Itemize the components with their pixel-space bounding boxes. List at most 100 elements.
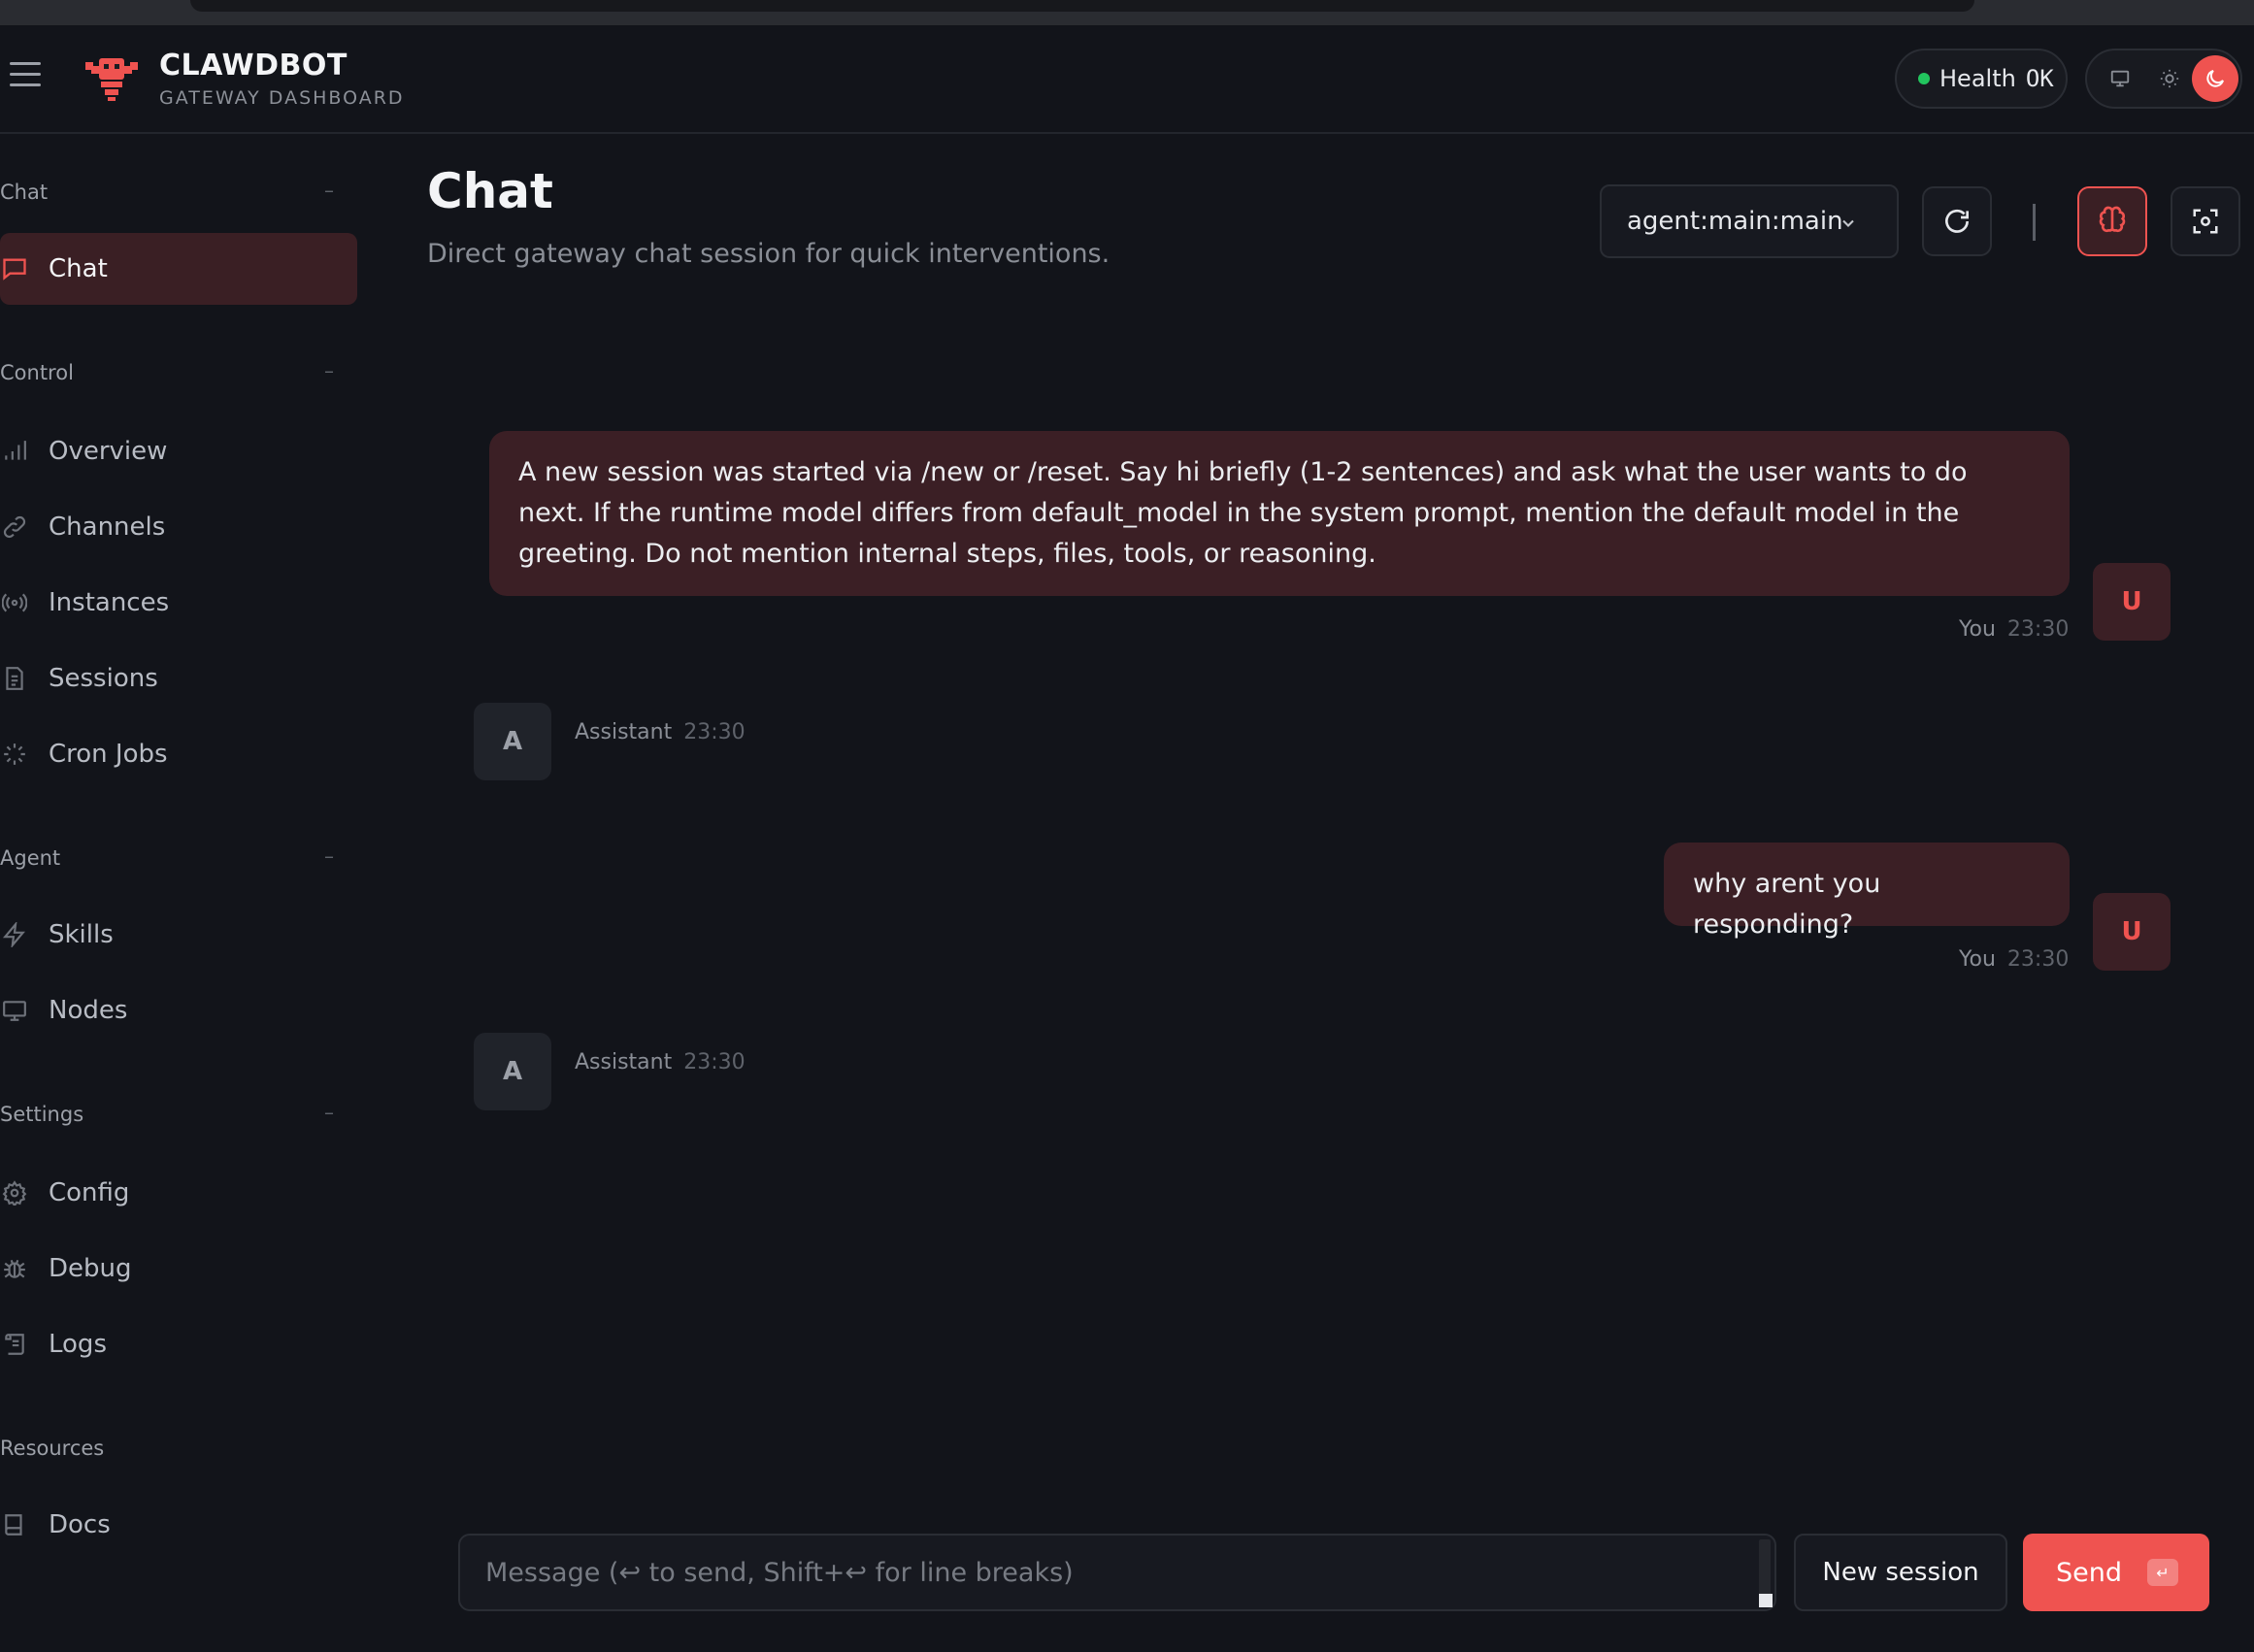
sidebar-item-chat[interactable]: Chat <box>0 233 357 305</box>
sidebar-item-label: Debug <box>49 1254 132 1283</box>
thinking-toggle-button[interactable] <box>2077 186 2147 256</box>
radio-icon <box>0 588 29 617</box>
theme-switcher <box>2085 49 2242 109</box>
sidebar-item-label: Docs <box>49 1510 111 1539</box>
brand-subtitle: GATEWAY DASHBOARD <box>159 87 405 109</box>
message-meta: You 23:30 <box>1959 947 2069 972</box>
focus-icon <box>2193 209 2218 234</box>
sidebar-item-label: Logs <box>49 1330 107 1359</box>
collapse-settings-button[interactable]: – <box>324 1101 334 1124</box>
brain-icon <box>2099 206 2126 233</box>
sidebar-item-label: Chat <box>49 254 108 283</box>
message-author: Assistant <box>575 720 673 744</box>
link-icon <box>0 512 29 542</box>
gear-icon <box>0 1178 29 1207</box>
collapse-control-button[interactable]: – <box>324 359 334 382</box>
section-title-control: Control <box>0 361 74 384</box>
section-title-chat: Chat <box>0 181 49 204</box>
assistant-avatar: A <box>474 703 551 780</box>
section-title-agent: Agent <box>0 846 61 870</box>
sidebar-item-label: Nodes <box>49 996 128 1025</box>
enter-key-icon: ↵ <box>2147 1559 2178 1586</box>
lobster-logo-icon <box>85 58 138 101</box>
assistant-avatar: A <box>474 1033 551 1110</box>
book-icon <box>0 1510 29 1539</box>
resize-handle[interactable] <box>1759 1594 1773 1607</box>
message-time: 23:30 <box>683 1050 746 1074</box>
user-avatar: U <box>2093 893 2171 971</box>
sidebar-item-label: Skills <box>49 920 114 949</box>
bug-icon <box>0 1254 29 1283</box>
sidebar-item-label: Cron Jobs <box>49 740 168 769</box>
collapse-agent-button[interactable]: – <box>324 844 334 868</box>
menu-icon-line <box>10 73 41 76</box>
sidebar-item-debug[interactable]: Debug <box>0 1233 357 1305</box>
health-status-dot <box>1918 73 1930 84</box>
sidebar-item-config[interactable]: Config <box>0 1157 357 1229</box>
section-title-settings: Settings <box>0 1103 84 1126</box>
sidebar-item-nodes[interactable]: Nodes <box>0 975 357 1046</box>
message-meta: You 23:30 <box>1959 617 2069 642</box>
sidebar-item-label: Config <box>49 1178 130 1207</box>
brand-title: CLAWDBOT <box>159 49 348 83</box>
sidebar-item-label: Overview <box>49 437 168 466</box>
sidebar-item-label: Channels <box>49 512 166 542</box>
sidebar-item-instances[interactable]: Instances <box>0 567 357 639</box>
user-message-bubble: A new session was started via /new or /r… <box>489 431 2070 596</box>
message-time: 23:30 <box>2006 617 2070 642</box>
message-author: You <box>1959 947 1996 972</box>
document-icon <box>0 664 29 693</box>
refresh-icon <box>1945 209 1969 233</box>
menu-button[interactable] <box>10 62 45 91</box>
send-button-label: Send <box>2056 1557 2123 1588</box>
moon-icon <box>2206 70 2224 87</box>
sidebar-item-cron-jobs[interactable]: Cron Jobs <box>0 718 357 790</box>
sidebar-item-label: Sessions <box>49 664 158 693</box>
message-meta: Assistant 23:30 <box>575 720 746 744</box>
sidebar-item-label: Instances <box>49 588 170 617</box>
message-icon <box>0 254 29 283</box>
message-input[interactable] <box>483 1556 1745 1589</box>
health-label: Health <box>1939 65 2016 92</box>
monitor-icon <box>2110 70 2130 87</box>
focus-mode-button[interactable] <box>2171 186 2240 256</box>
theme-light-button[interactable] <box>2146 55 2193 102</box>
message-author: Assistant <box>575 1050 673 1074</box>
page-title: Chat <box>427 163 553 219</box>
user-avatar: U <box>2093 563 2171 641</box>
sun-icon <box>2160 69 2179 88</box>
theme-system-button[interactable] <box>2097 55 2143 102</box>
zap-icon <box>0 920 29 949</box>
sidebar: Chat – Chat Control – Overview Channels … <box>0 136 361 1652</box>
sidebar-item-sessions[interactable]: Sessions <box>0 643 357 714</box>
message-time: 23:30 <box>2006 947 2070 972</box>
send-button[interactable]: Send ↵ <box>2023 1534 2209 1611</box>
new-session-button[interactable]: New session <box>1794 1534 2007 1611</box>
menu-icon-line <box>10 62 41 65</box>
browser-bar <box>190 0 1974 12</box>
refresh-button[interactable] <box>1922 186 1992 256</box>
session-select-value: agent:main:main <box>1627 207 1843 236</box>
page-subtitle: Direct gateway chat session for quick in… <box>427 239 1110 269</box>
sidebar-item-docs[interactable]: Docs <box>0 1489 357 1561</box>
theme-dark-button[interactable] <box>2192 55 2238 102</box>
health-indicator: Health OK <box>1895 49 2068 109</box>
user-message-bubble: why arent you responding? <box>1664 843 2070 940</box>
app-header: CLAWDBOT GATEWAY DASHBOARD Health OK <box>0 25 2254 134</box>
sidebar-item-overview[interactable]: Overview <box>0 415 357 487</box>
bar-chart-icon <box>0 437 29 466</box>
sidebar-item-logs[interactable]: Logs <box>0 1308 357 1380</box>
collapse-chat-button[interactable]: – <box>324 179 334 202</box>
sidebar-item-skills[interactable]: Skills <box>0 899 357 971</box>
loader-icon <box>0 740 29 769</box>
health-status: OK <box>2025 65 2054 92</box>
session-select[interactable]: agent:main:main <box>1600 184 1899 258</box>
message-author: You <box>1959 617 1996 642</box>
sidebar-item-channels[interactable]: Channels <box>0 491 357 563</box>
message-time: 23:30 <box>683 720 746 744</box>
message-meta: Assistant 23:30 <box>575 1050 746 1074</box>
monitor-icon <box>0 996 29 1025</box>
menu-icon-line <box>10 83 41 86</box>
browser-top-strip <box>0 0 2254 25</box>
chevron-down-icon <box>1842 219 1854 227</box>
